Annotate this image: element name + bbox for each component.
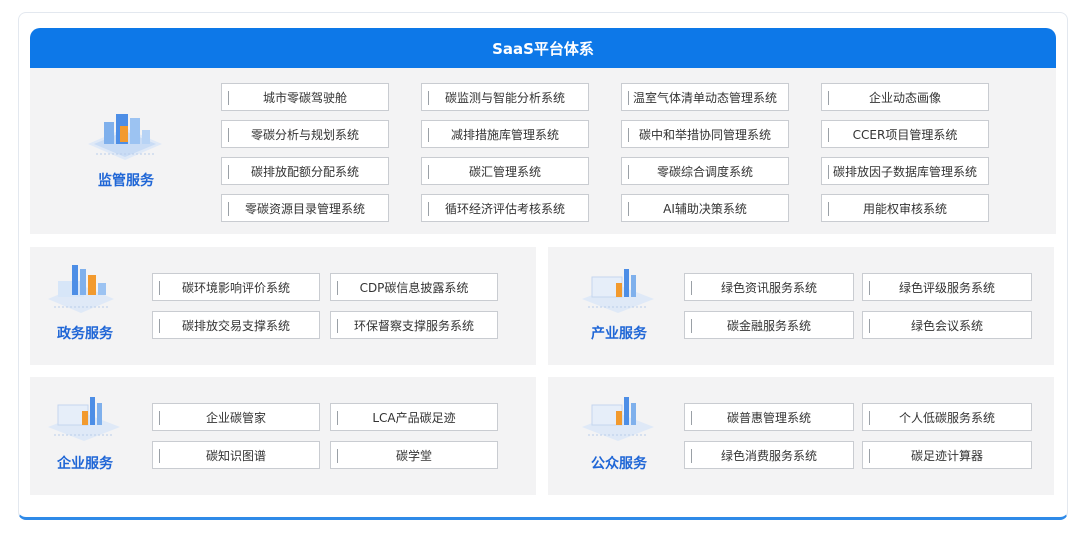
industry-panel: 产业服务 绿色资讯服务系统 绿色评级服务系统 碳金融服务系统 绿色会议系统 — [548, 247, 1054, 365]
system-box[interactable]: 零碳综合调度系统 — [621, 157, 789, 185]
system-box[interactable]: 环保督察支撑服务系统 — [330, 311, 498, 339]
system-box[interactable]: CCER项目管理系统 — [821, 120, 989, 148]
system-box[interactable]: 绿色评级服务系统 — [862, 273, 1032, 301]
system-box[interactable]: LCA产品碳足迹 — [330, 403, 498, 431]
system-box[interactable]: 碳排放交易支撑系统 — [152, 311, 320, 339]
enterprise-label: 企业服务 — [57, 456, 113, 472]
system-box[interactable]: 碳排放配额分配系统 — [221, 157, 389, 185]
system-box[interactable]: 零碳资源目录管理系统 — [221, 194, 389, 222]
system-box[interactable]: 碳中和举措协同管理系统 — [621, 120, 789, 148]
system-box[interactable]: 企业动态画像 — [821, 83, 989, 111]
city-building-icon — [88, 114, 162, 160]
bar-chart-icon — [582, 397, 654, 441]
system-box[interactable]: 绿色会议系统 — [862, 311, 1032, 339]
public-panel: 公众服务 碳普惠管理系统 个人低碳服务系统 绿色消费服务系统 碳足迹计算器 — [548, 377, 1054, 495]
system-box[interactable]: 碳普惠管理系统 — [684, 403, 854, 431]
factory-icon — [48, 265, 114, 313]
enterprise-panel: 企业服务 企业碳管家 LCA产品碳足迹 碳知识图谱 碳学堂 — [30, 377, 536, 495]
system-box[interactable]: 个人低碳服务系统 — [862, 403, 1032, 431]
system-box[interactable]: 碳环境影响评价系统 — [152, 273, 320, 301]
system-box[interactable]: 碳足迹计算器 — [862, 441, 1032, 469]
bar-chart-icon — [48, 397, 120, 441]
industry-label: 产业服务 — [591, 326, 647, 342]
system-box[interactable]: 零碳分析与规划系统 — [221, 120, 389, 148]
system-box[interactable]: 温室气体清单动态管理系统 — [621, 83, 789, 111]
system-box[interactable]: 碳监测与智能分析系统 — [421, 83, 589, 111]
system-box[interactable]: 绿色消费服务系统 — [684, 441, 854, 469]
platform-header: SaaS平台体系 — [30, 28, 1056, 68]
system-box[interactable]: 碳知识图谱 — [152, 441, 320, 469]
system-box[interactable]: 循环经济评估考核系统 — [421, 194, 589, 222]
system-box[interactable]: 减排措施库管理系统 — [421, 120, 589, 148]
bar-chart-icon — [582, 269, 654, 313]
system-box[interactable]: AI辅助决策系统 — [621, 194, 789, 222]
system-box[interactable]: CDP碳信息披露系统 — [330, 273, 498, 301]
government-panel: 政务服务 碳环境影响评价系统 CDP碳信息披露系统 碳排放交易支撑系统 环保督察… — [30, 247, 536, 365]
supervision-panel: 监管服务 城市零碳驾驶舱 碳监测与智能分析系统 温室气体清单动态管理系统 企业动… — [30, 68, 1056, 234]
supervision-label: 监管服务 — [98, 173, 154, 189]
government-label: 政务服务 — [57, 326, 113, 342]
system-box[interactable]: 碳学堂 — [330, 441, 498, 469]
public-label: 公众服务 — [591, 456, 647, 472]
system-box[interactable]: 用能权审核系统 — [821, 194, 989, 222]
system-box[interactable]: 绿色资讯服务系统 — [684, 273, 854, 301]
system-box[interactable]: 碳金融服务系统 — [684, 311, 854, 339]
system-box[interactable]: 城市零碳驾驶舱 — [221, 83, 389, 111]
system-box[interactable]: 碳排放因子数据库管理系统 — [821, 157, 989, 185]
platform-title: SaaS平台体系 — [492, 39, 594, 58]
system-box[interactable]: 企业碳管家 — [152, 403, 320, 431]
system-box[interactable]: 碳汇管理系统 — [421, 157, 589, 185]
